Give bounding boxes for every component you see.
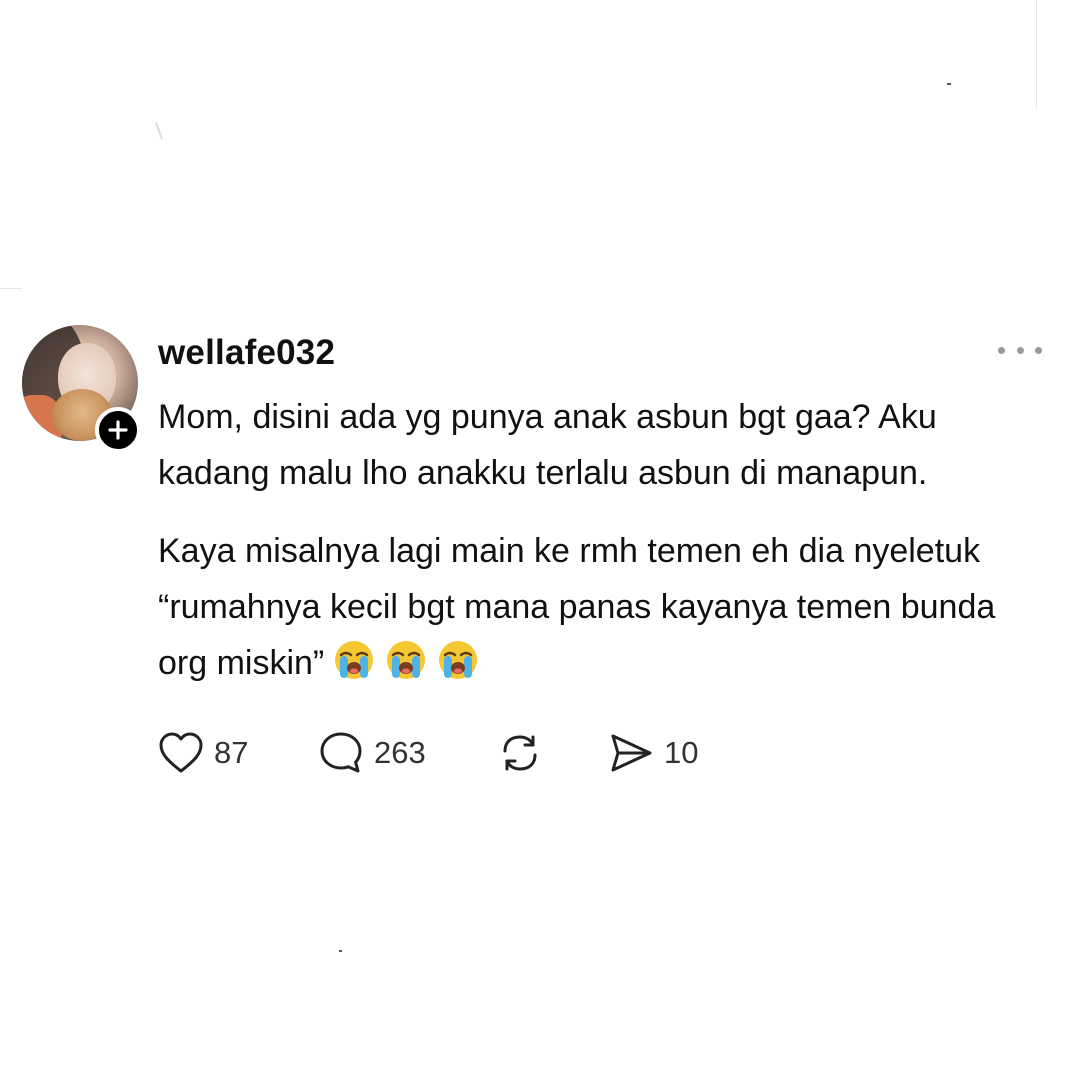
post-body: Mom, disini ada yg punya anak asbun bgt … <box>158 389 1048 721</box>
repost-button[interactable] <box>496 729 544 777</box>
loudly-crying-face-icon <box>436 638 480 699</box>
more-options-button[interactable] <box>998 337 1042 363</box>
dot-artifact-bottom <box>339 950 342 952</box>
share-button[interactable]: 10 <box>608 729 698 777</box>
send-icon <box>611 734 652 772</box>
like-count: 87 <box>214 735 249 770</box>
post-paragraph: Kaya misalnya lagi main ke rmh temen eh … <box>158 523 1048 699</box>
follow-button[interactable] <box>95 407 141 453</box>
divider-artifact <box>0 288 22 289</box>
tick-artifact <box>154 122 164 140</box>
reply-button[interactable]: 263 <box>318 729 426 777</box>
page: wellafe032 Mom, disini ada yg punya anak… <box>0 0 1080 1080</box>
loudly-crying-face-icon <box>332 638 376 699</box>
more-dots-icon <box>998 346 1005 354</box>
repost-icon <box>503 735 537 771</box>
edge-artifact <box>1036 0 1037 108</box>
username[interactable]: wellafe032 <box>158 331 335 375</box>
heart-icon <box>159 732 203 773</box>
more-dots-icon <box>1035 346 1042 354</box>
loudly-crying-face-icon <box>384 638 428 699</box>
plus-icon <box>108 420 128 440</box>
dot-artifact <box>947 83 951 85</box>
more-dots-icon <box>1016 346 1024 354</box>
action-bar: 87 263 10 <box>158 729 858 777</box>
avatar-container[interactable] <box>22 325 141 453</box>
share-count: 10 <box>664 735 699 770</box>
post-paragraph: Mom, disini ada yg punya anak asbun bgt … <box>158 398 937 492</box>
post-paragraph-text: Kaya misalnya lagi main ke rmh temen eh … <box>158 532 996 682</box>
speech-bubble-icon <box>320 732 362 773</box>
post-card: wellafe032 Mom, disini ada yg punya anak… <box>22 325 1062 785</box>
like-button[interactable]: 87 <box>158 729 248 777</box>
reply-count: 263 <box>374 735 426 770</box>
